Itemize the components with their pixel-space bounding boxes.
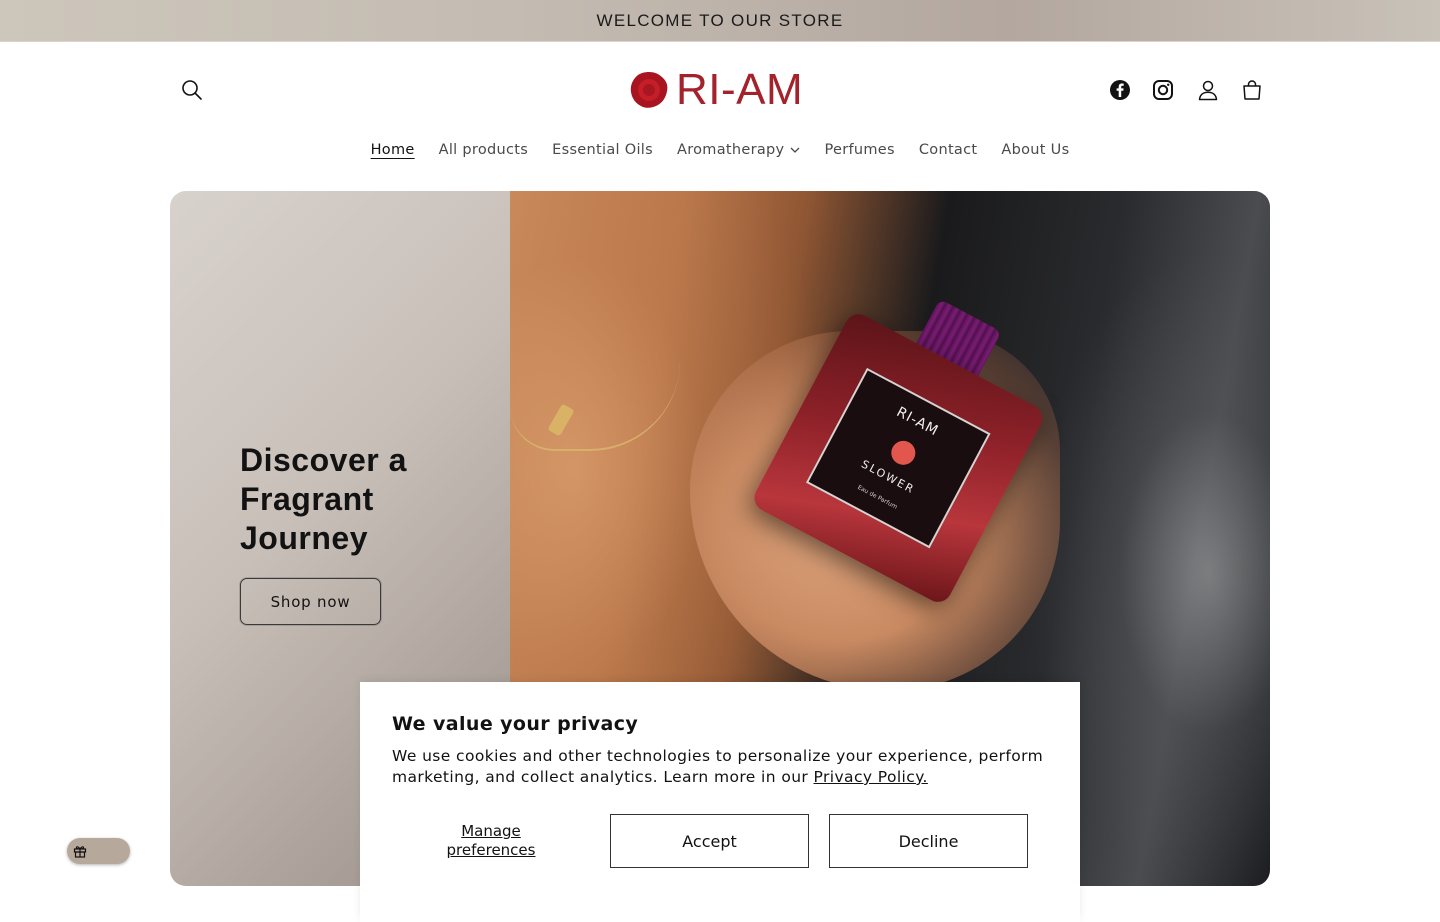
cookie-body-text: We use cookies and other technologies to… — [392, 747, 1044, 786]
cart-icon — [1243, 80, 1261, 100]
logo-text: RI-AM — [676, 65, 804, 114]
cookie-title: We value your privacy — [392, 713, 639, 735]
nav-item-about-us[interactable]: About Us — [989, 138, 1081, 162]
site-header: RI-AM Home All products Essential Oils A… — [0, 42, 1440, 182]
account-button[interactable] — [1188, 70, 1228, 110]
nav-item-home[interactable]: Home — [359, 138, 427, 162]
nav-item-aromatherapy[interactable]: Aromatherapy — [665, 138, 812, 162]
rewards-widget-button[interactable] — [67, 838, 130, 864]
cookie-consent-banner: We value your privacy We use cookies and… — [360, 682, 1080, 922]
wax-seal-icon — [630, 72, 668, 108]
announcement-text: WELCOME TO OUR STORE — [596, 10, 844, 30]
account-icon — [1198, 80, 1218, 101]
bottle-seal-icon — [887, 436, 920, 470]
nav-item-perfumes[interactable]: Perfumes — [812, 138, 906, 162]
facebook-icon — [1110, 80, 1130, 100]
store-logo[interactable]: RI-AM — [628, 68, 803, 112]
privacy-policy-link[interactable]: Privacy Policy. — [814, 768, 928, 786]
announcement-bar: WELCOME TO OUR STORE — [0, 0, 1440, 42]
search-button[interactable] — [172, 70, 212, 110]
instagram-icon — [1153, 80, 1173, 100]
decline-button[interactable]: Decline — [829, 814, 1028, 868]
cookie-text: We use cookies and other technologies to… — [392, 746, 1052, 788]
gift-icon — [73, 846, 87, 858]
chevron-down-icon — [790, 147, 800, 153]
hero-heading: Discover a Fragrant Journey — [240, 442, 407, 556]
instagram-link[interactable] — [1143, 70, 1183, 110]
search-icon — [182, 80, 202, 100]
manage-preferences-link[interactable]: Manage preferences — [416, 822, 566, 860]
nav-item-aromatherapy-label: Aromatherapy — [676, 142, 785, 158]
accept-button[interactable]: Accept — [610, 814, 809, 868]
main-nav: Home All products Essential Oils Aromath… — [0, 138, 1440, 162]
nav-item-all-products[interactable]: All products — [427, 138, 541, 162]
nav-item-essential-oils[interactable]: Essential Oils — [540, 138, 665, 162]
nav-item-contact[interactable]: Contact — [907, 138, 990, 162]
shop-now-button[interactable]: Shop now — [240, 578, 381, 625]
cart-button[interactable] — [1232, 70, 1272, 110]
facebook-link[interactable] — [1100, 70, 1140, 110]
